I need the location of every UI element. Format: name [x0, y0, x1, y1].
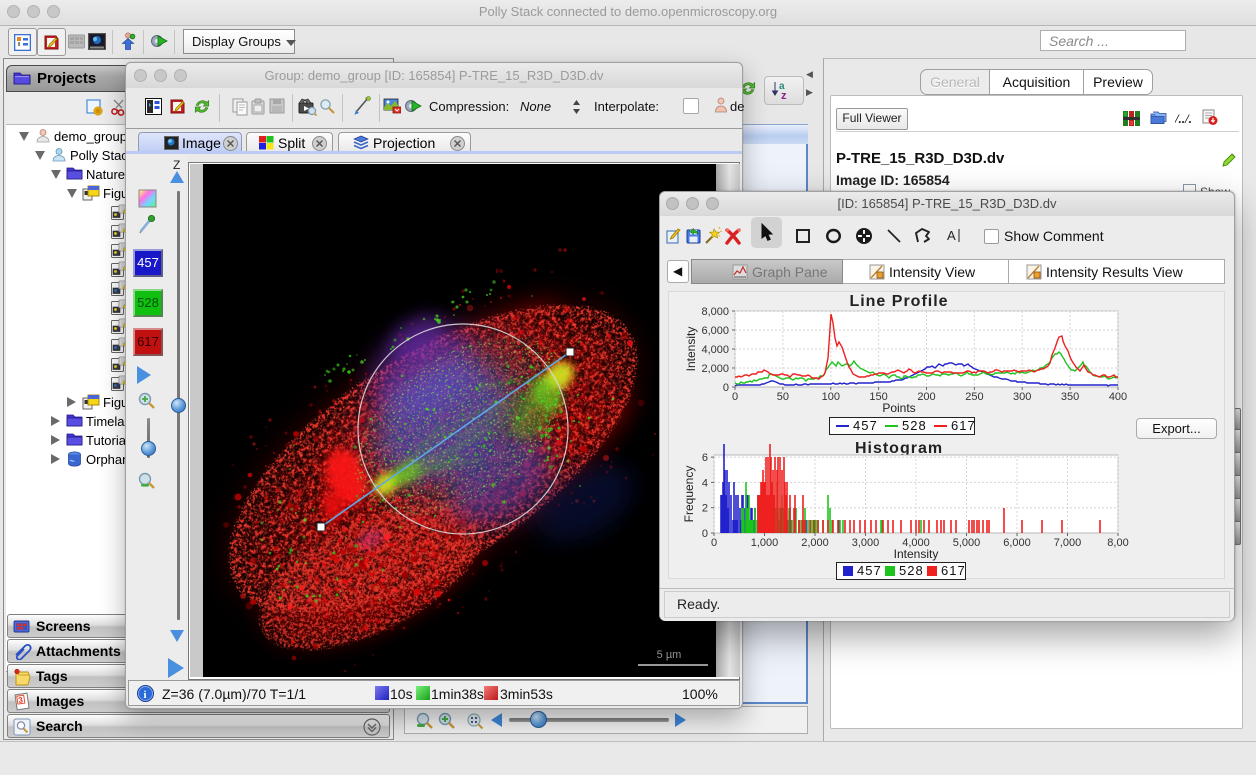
svg-text:7,000: 7,000	[1054, 537, 1082, 549]
svg-text:4: 4	[702, 477, 708, 489]
svg-text:2,000: 2,000	[701, 363, 729, 375]
svg-text:0: 0	[702, 528, 708, 540]
svg-text:0: 0	[711, 537, 717, 549]
svg-text:/../.: /../.	[1175, 111, 1192, 126]
svg-text:6,000: 6,000	[1003, 537, 1031, 549]
svg-text:0: 0	[732, 391, 738, 403]
svg-text:300: 300	[1013, 391, 1031, 403]
svg-text:50: 50	[777, 391, 789, 403]
svg-text:5,000: 5,000	[953, 537, 981, 549]
svg-text:Intensity: Intensity	[684, 327, 698, 372]
svg-text:2: 2	[702, 503, 708, 515]
svg-text:5 µm: 5 µm	[657, 649, 682, 661]
svg-text:200: 200	[917, 391, 935, 403]
svg-text:400: 400	[1109, 391, 1127, 403]
svg-text:Intensity: Intensity	[894, 547, 939, 561]
svg-text:100: 100	[822, 391, 840, 403]
svg-text:Points: Points	[882, 401, 915, 415]
svg-text:2,000: 2,000	[801, 537, 829, 549]
svg-text:Histogram: Histogram	[855, 440, 943, 457]
svg-text:A: A	[947, 228, 956, 243]
svg-text:6: 6	[702, 452, 708, 464]
svg-text:6,000: 6,000	[701, 325, 729, 337]
svg-text:0: 0	[723, 382, 729, 394]
svg-text:8,000: 8,000	[701, 306, 729, 318]
svg-text:Frequency: Frequency	[682, 466, 696, 523]
svg-text:1,000: 1,000	[751, 537, 779, 549]
svg-text:i: i	[144, 689, 147, 701]
svg-text:350: 350	[1061, 391, 1079, 403]
svg-text:3,000: 3,000	[852, 537, 880, 549]
svg-text:Line Profile: Line Profile	[849, 293, 948, 310]
svg-text:z: z	[781, 90, 787, 101]
svg-text:250: 250	[965, 391, 983, 403]
svg-text:8,00: 8,00	[1107, 537, 1128, 549]
svg-text:4,000: 4,000	[701, 344, 729, 356]
